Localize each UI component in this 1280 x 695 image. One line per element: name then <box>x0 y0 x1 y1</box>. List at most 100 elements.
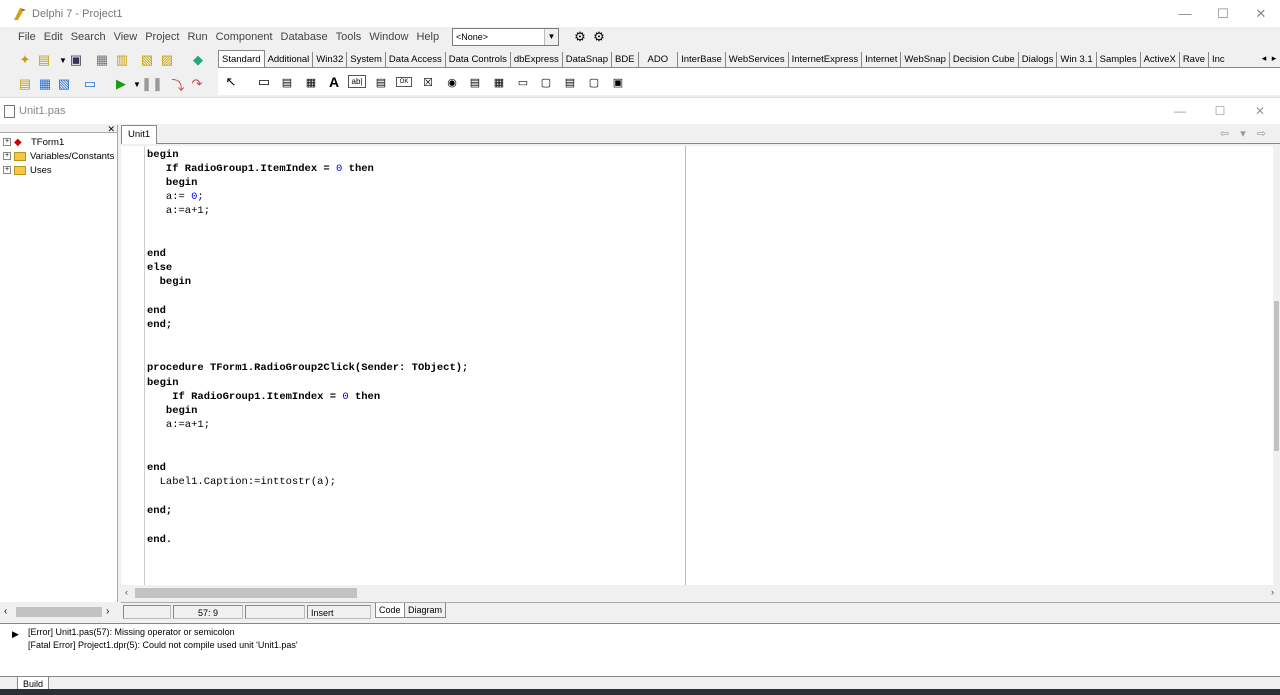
palette-tab-win31[interactable]: Win 3.1 <box>1057 52 1097 67</box>
debug-desktop-icon[interactable]: ⚙ <box>591 29 607 45</box>
tree-item-variables[interactable]: + Variables/Constants <box>3 149 114 163</box>
mainmenu-icon[interactable]: ▤ <box>278 73 296 91</box>
listbox-icon[interactable]: ▤ <box>466 73 484 91</box>
palette-tab-inc[interactable]: Inc <box>1209 52 1228 67</box>
combobox-icon[interactable]: ▦ <box>490 73 508 91</box>
menu-edit[interactable]: Edit <box>40 31 67 43</box>
vertical-scroll-thumb[interactable] <box>1274 301 1279 451</box>
palette-tab-datasnap[interactable]: DataSnap <box>563 52 612 67</box>
button-icon[interactable]: OK <box>396 77 412 87</box>
memo-icon[interactable]: ▤ <box>372 73 390 91</box>
radiobutton-icon[interactable]: ◉ <box>443 73 461 91</box>
expand-icon[interactable]: + <box>3 166 11 174</box>
radiogroup-icon[interactable]: ▤ <box>561 73 579 91</box>
explorer-scrollbar[interactable]: ‹ › <box>0 602 118 620</box>
minimize-button[interactable]: — <box>1166 0 1204 27</box>
close-button[interactable]: ✕ <box>1242 0 1280 27</box>
palette-scroll-right-icon[interactable]: ▸ <box>1266 50 1280 66</box>
view-form-icon[interactable]: ▦ <box>37 76 53 92</box>
actionlist-icon[interactable]: ▣ <box>609 73 627 91</box>
open-icon[interactable]: ▤ <box>36 52 52 68</box>
palette-tab-activex[interactable]: ActiveX <box>1141 52 1180 67</box>
save-desktop-icon[interactable]: ⚙ <box>572 29 588 45</box>
palette-tab-interbase[interactable]: InterBase <box>678 52 726 67</box>
menu-tools[interactable]: Tools <box>332 31 366 43</box>
palette-tab-additional[interactable]: Additional <box>265 52 314 67</box>
editor-minimize-button[interactable]: — <box>1160 98 1200 124</box>
pointer-icon[interactable]: ↖ <box>222 73 240 91</box>
tab-unit1[interactable]: Unit1 <box>121 125 158 144</box>
save-icon[interactable]: ▣ <box>68 52 84 68</box>
tree-item-uses[interactable]: + Uses <box>3 163 52 177</box>
menu-search[interactable]: Search <box>67 31 110 43</box>
editor-horizontal-scrollbar[interactable]: ‹ › <box>121 585 1280 600</box>
pause-icon[interactable]: ❚❚ <box>141 76 163 92</box>
maximize-button[interactable]: ☐ <box>1204 0 1242 27</box>
checkbox-icon[interactable]: ☒ <box>419 73 437 91</box>
groupbox-icon[interactable]: ▢ <box>537 73 555 91</box>
menu-view[interactable]: View <box>110 31 142 43</box>
fatal-error-message[interactable]: [Fatal Error] Project1.dpr(5): Could not… <box>28 640 298 650</box>
palette-tab-dbexpress[interactable]: dbExpress <box>511 52 563 67</box>
palette-tab-rave[interactable]: Rave <box>1180 52 1209 67</box>
palette-tab-data-access[interactable]: Data Access <box>386 52 446 67</box>
chevron-down-icon[interactable]: ▼ <box>544 29 558 45</box>
tab-diagram[interactable]: Diagram <box>404 603 447 618</box>
menu-run[interactable]: Run <box>183 31 211 43</box>
open-project-icon[interactable]: ▥ <box>114 52 130 68</box>
scroll-left-icon[interactable]: ‹ <box>4 606 7 617</box>
palette-tab-system[interactable]: System <box>347 52 386 67</box>
menu-window[interactable]: Window <box>365 31 412 43</box>
palette-tab-data-controls[interactable]: Data Controls <box>446 52 511 67</box>
palette-tab-internetexpress[interactable]: InternetExpress <box>789 52 863 67</box>
menu-project[interactable]: Project <box>141 31 183 43</box>
scroll-left-icon[interactable]: ‹ <box>125 585 128 600</box>
palette-tab-websnap[interactable]: WebSnap <box>901 52 950 67</box>
scroll-right-icon[interactable]: › <box>1271 585 1274 600</box>
menu-help[interactable]: Help <box>412 31 443 43</box>
scrollbar-icon[interactable]: ▭ <box>514 73 532 91</box>
expand-icon[interactable]: + <box>3 138 11 146</box>
editor-close-button[interactable]: ✕ <box>1240 98 1280 124</box>
palette-tab-decision-cube[interactable]: Decision Cube <box>950 52 1019 67</box>
history-nav-icon[interactable]: ⇦ ▾ ⇨ <box>1220 127 1270 140</box>
palette-tab-dialogs[interactable]: Dialogs <box>1019 52 1058 67</box>
label-icon[interactable]: A <box>325 73 343 91</box>
editor-vertical-scrollbar[interactable] <box>1273 146 1280 585</box>
expand-icon[interactable]: + <box>3 152 11 160</box>
new-icon[interactable]: ✦ <box>17 52 33 68</box>
step-over-icon[interactable]: ↷ <box>189 76 205 92</box>
frames-icon[interactable]: ▭ <box>255 73 273 91</box>
palette-tab-ado[interactable]: ADO <box>639 52 679 67</box>
view-unit-icon[interactable]: ▤ <box>17 76 33 92</box>
menu-file[interactable]: File <box>14 31 40 43</box>
run-icon[interactable]: ▶ <box>113 76 129 92</box>
add-file-icon[interactable]: ▧ <box>139 52 155 68</box>
edit-icon[interactable]: ab| <box>348 75 366 88</box>
menu-component[interactable]: Component <box>212 31 277 43</box>
help-icon[interactable]: ◆ <box>190 52 206 68</box>
horizontal-scroll-thumb[interactable] <box>135 588 357 598</box>
toggle-form-unit-icon[interactable]: ▧ <box>56 76 72 92</box>
desktop-combo[interactable]: <None> ▼ <box>452 28 559 46</box>
trace-into-icon[interactable]: ⤵ <box>170 76 186 93</box>
palette-tab-bde[interactable]: BDE <box>612 52 639 67</box>
editor-restore-button[interactable]: ☐ <box>1200 98 1240 124</box>
popupmenu-icon[interactable]: ▦ <box>302 73 320 91</box>
close-icon[interactable]: ✕ <box>107 124 115 135</box>
explorer-scroll-thumb[interactable] <box>16 607 102 617</box>
palette-tab-samples[interactable]: Samples <box>1097 52 1141 67</box>
palette-tab-standard[interactable]: Standard <box>218 50 265 67</box>
palette-tab-win32[interactable]: Win32 <box>313 52 348 67</box>
error-message[interactable]: [Error] Unit1.pas(57): Missing operator … <box>28 627 235 637</box>
menu-database[interactable]: Database <box>277 31 332 43</box>
palette-tab-internet[interactable]: Internet <box>862 52 902 67</box>
save-all-icon[interactable]: ▦ <box>94 52 110 68</box>
tab-code[interactable]: Code <box>375 603 405 618</box>
new-form-icon[interactable]: ▭ <box>82 76 98 92</box>
remove-file-icon[interactable]: ▨ <box>159 52 175 68</box>
palette-tab-webservices[interactable]: WebServices <box>726 52 789 67</box>
tree-item-tform1[interactable]: + ◆ TForm1 <box>3 135 64 149</box>
panel-icon[interactable]: ▢ <box>585 73 603 91</box>
scroll-right-icon[interactable]: › <box>106 606 109 617</box>
